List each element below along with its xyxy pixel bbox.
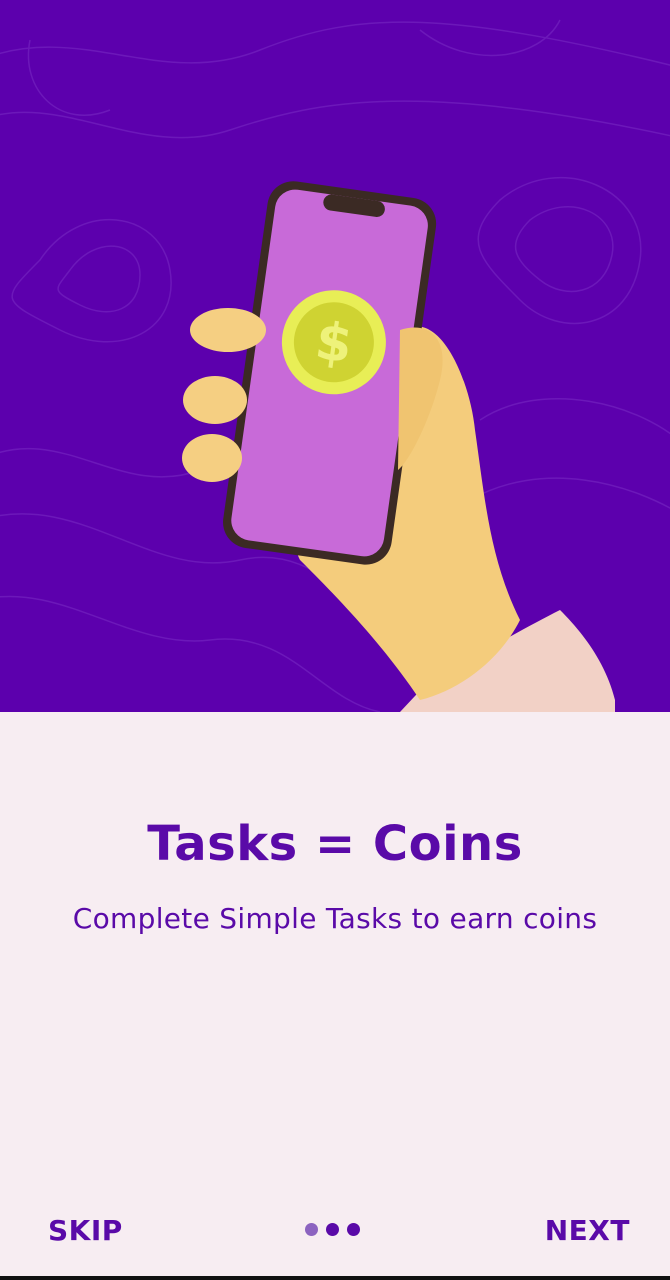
page-dot-3 bbox=[347, 1223, 360, 1236]
next-button[interactable]: NEXT bbox=[545, 1214, 630, 1247]
page-indicator bbox=[305, 1223, 360, 1236]
onboarding-content: Tasks = Coins Complete Simple Tasks to e… bbox=[0, 712, 670, 1280]
page-dot-2 bbox=[326, 1223, 339, 1236]
page-dot-1 bbox=[305, 1223, 318, 1236]
onboarding-title: Tasks = Coins bbox=[147, 816, 523, 872]
bottom-edge bbox=[0, 1276, 670, 1280]
onboarding-subtitle: Complete Simple Tasks to earn coins bbox=[72, 902, 598, 935]
hero-illustration-area: $ bbox=[0, 0, 670, 712]
onboarding-footer: SKIP NEXT bbox=[0, 1200, 670, 1260]
skip-button[interactable]: SKIP bbox=[48, 1214, 123, 1247]
hand-holding-phone-illustration: $ bbox=[0, 19, 670, 712]
onboarding-screen: $ Tasks = Coins Complete Simple Tasks to… bbox=[0, 0, 670, 1280]
